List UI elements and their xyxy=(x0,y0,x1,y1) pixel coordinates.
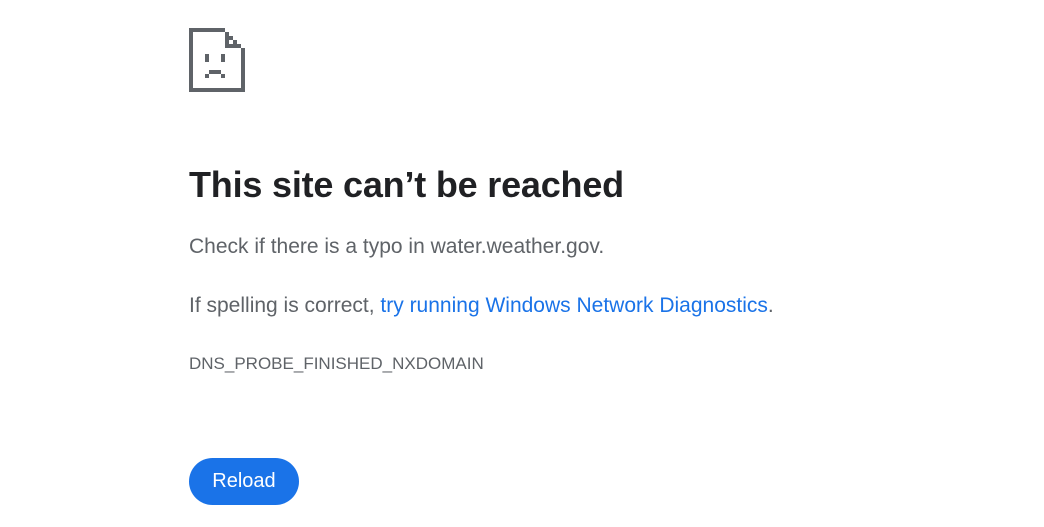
spelling-message-prefix: If spelling is correct, xyxy=(189,294,381,317)
spelling-message: If spelling is correct, try running Wind… xyxy=(189,293,774,319)
sad-page-icon xyxy=(189,28,245,92)
error-code: DNS_PROBE_FINISHED_NXDOMAIN xyxy=(189,354,484,373)
spelling-message-suffix: . xyxy=(767,294,774,317)
error-heading: This site can’t be reached xyxy=(189,164,624,205)
typo-message: Check if there is a typo in water.weathe… xyxy=(189,235,605,258)
reload-button[interactable]: Reload xyxy=(189,458,299,505)
network-diagnostics-link[interactable]: try running Windows Network Diagnostics xyxy=(380,294,767,317)
